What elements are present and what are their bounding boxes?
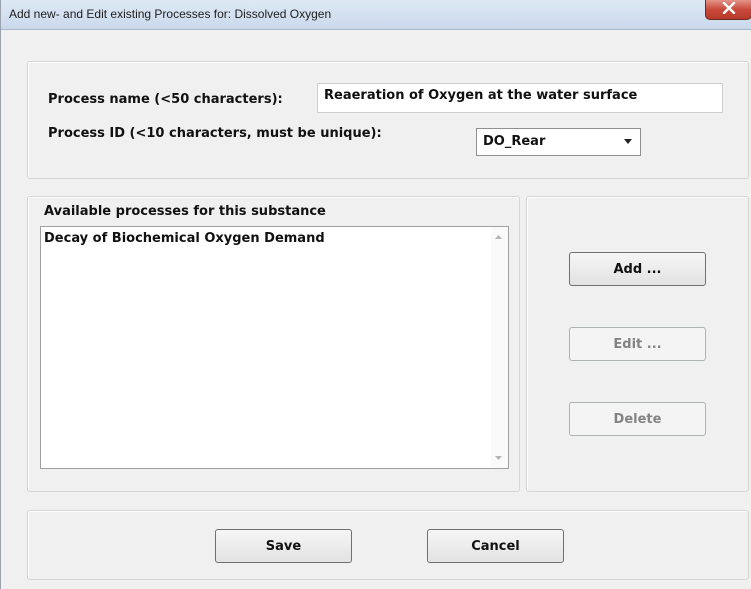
close-button[interactable] — [705, 0, 751, 20]
add-button[interactable]: Add ... — [569, 252, 706, 286]
process-details-panel: Process name (<50 characters): Reaeratio… — [27, 61, 749, 179]
dialog-window: Add new- and Edit existing Processes for… — [0, 0, 751, 589]
actions-panel: Add ... Edit ... Delete — [526, 196, 749, 492]
close-icon — [722, 2, 736, 14]
vertical-scrollbar[interactable] — [491, 227, 508, 468]
chevron-down-icon — [624, 139, 632, 144]
list-item[interactable]: Decay of Biochemical Oxygen Demand — [44, 231, 325, 246]
edit-button[interactable]: Edit ... — [569, 327, 706, 361]
scroll-up-icon[interactable] — [495, 235, 502, 239]
process-id-label: Process ID (<10 characters, must be uniq… — [48, 126, 382, 141]
cancel-button[interactable]: Cancel — [427, 529, 564, 563]
save-button[interactable]: Save — [215, 529, 352, 563]
delete-button[interactable]: Delete — [569, 402, 706, 436]
scroll-down-icon[interactable] — [495, 456, 502, 460]
process-id-value: DO_Rear — [483, 134, 546, 149]
process-name-label: Process name (<50 characters): — [48, 92, 283, 107]
process-name-input[interactable]: Reaeration of Oxygen at the water surfac… — [317, 83, 723, 113]
available-processes-header: Available processes for this substance — [44, 204, 326, 219]
footer-panel: Save Cancel — [27, 510, 749, 580]
title-bar: Add new- and Edit existing Processes for… — [1, 0, 751, 30]
available-processes-list[interactable]: Decay of Biochemical Oxygen Demand — [40, 226, 509, 469]
process-id-combobox[interactable]: DO_Rear — [476, 128, 641, 156]
window-title: Add new- and Edit existing Processes for… — [9, 7, 332, 21]
available-processes-panel: Available processes for this substance D… — [27, 196, 520, 492]
